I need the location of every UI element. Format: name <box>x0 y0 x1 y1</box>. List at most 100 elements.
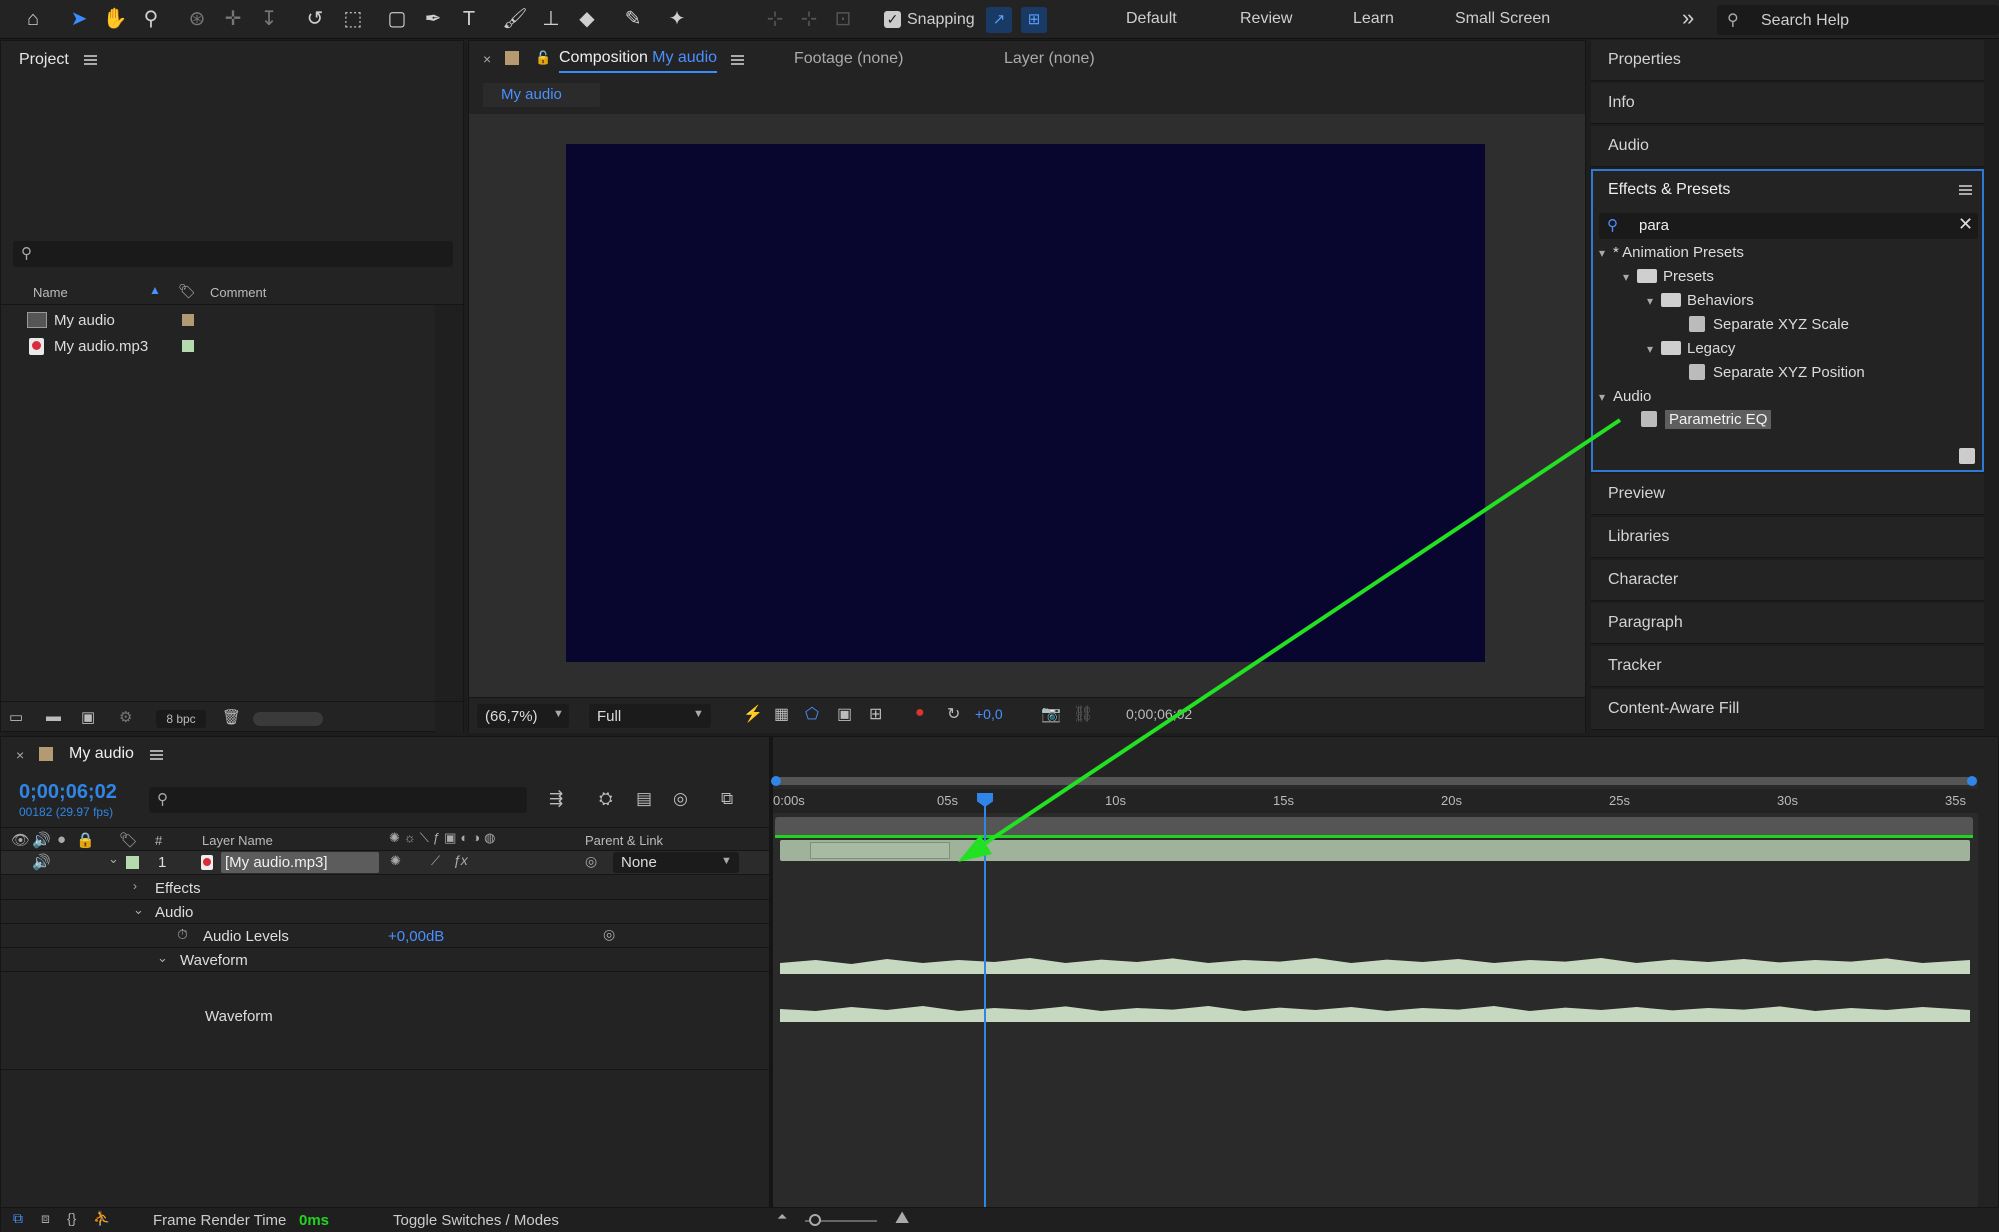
grid-guides-icon[interactable]: ⊞ <box>869 704 882 724</box>
speaker-icon[interactable]: 🔊 <box>32 831 51 849</box>
project-scrollbar[interactable] <box>435 305 463 733</box>
frame-blending-icon[interactable]: ▤ <box>636 789 652 809</box>
speaker-icon[interactable]: 🔊 <box>32 853 51 871</box>
pen-tool-icon[interactable]: ✒ <box>420 6 446 32</box>
effects-menu-icon[interactable] <box>1959 185 1972 195</box>
tab-footage[interactable]: Footage (none) <box>794 50 903 68</box>
panel-info[interactable]: Info <box>1591 83 1984 124</box>
viewer-menu-icon[interactable] <box>731 55 744 65</box>
roto-brush-tool-icon[interactable]: ✎ <box>620 6 646 32</box>
viewer-timecode[interactable]: 0;00;06;02 <box>1126 706 1192 722</box>
fast-previews-icon[interactable]: ⚡ <box>743 704 763 724</box>
label-column-icon[interactable]: 🏷 <box>119 831 138 849</box>
stopwatch-icon[interactable]: ⏱ <box>177 926 188 943</box>
zoom-out-icon[interactable]: ⏶ <box>777 1209 787 1225</box>
world-axis-icon[interactable]: ⊹ <box>796 6 822 32</box>
layer-row[interactable]: 🔊 ⌄ 1 [My audio.mp3] ✺ ⟋ ƒx ◎ None ▼ <box>1 851 773 875</box>
effects-search-input[interactable]: ⚲ para ✕ <box>1599 213 1978 239</box>
effects-switch-icon[interactable]: ƒx <box>453 852 468 868</box>
workspace-small-screen[interactable]: Small Screen <box>1455 10 1550 28</box>
panel-audio[interactable]: Audio <box>1591 126 1984 167</box>
comp-navigator-tab[interactable]: My audio <box>483 83 600 107</box>
zoom-tool-icon[interactable]: ⚲ <box>138 6 164 32</box>
label-color-swatch[interactable] <box>182 340 194 352</box>
workspace-review[interactable]: Review <box>1240 10 1292 28</box>
trash-icon[interactable]: 🗑 <box>222 708 241 726</box>
puppet-tool-icon[interactable]: ✦ <box>664 6 690 32</box>
lock-icon[interactable]: 🔓 <box>535 50 551 66</box>
clear-search-icon[interactable]: ✕ <box>1958 214 1973 235</box>
column-comment[interactable]: Comment <box>210 285 266 300</box>
zoom-slider-thumb[interactable] <box>809 1214 821 1226</box>
graph-editor-icon[interactable]: ⧉ <box>721 789 733 809</box>
solo-icon[interactable]: ● <box>57 831 66 848</box>
layer-switches-icon[interactable]: ⧉ <box>13 1210 23 1227</box>
tree-audio-category[interactable]: ▾ Audio <box>1599 388 1651 405</box>
orbit-tool-icon[interactable]: ⊛ <box>184 6 210 32</box>
composition-canvas[interactable] <box>566 144 1485 662</box>
tree-effect-parametric-eq[interactable]: Parametric EQ <box>1641 410 1772 429</box>
rotate-tool-icon[interactable]: ↺ <box>302 6 328 32</box>
current-time-indicator[interactable] <box>977 793 993 1207</box>
bit-depth-button[interactable]: 8 bpc <box>156 710 206 728</box>
adjust-settings-icon[interactable]: ⚙ <box>119 708 132 726</box>
quality-switch-icon[interactable]: ⟋ <box>431 853 440 869</box>
label-color-swatch[interactable] <box>39 747 53 761</box>
composition-time-bar[interactable] <box>775 817 1973 837</box>
type-tool-icon[interactable]: T <box>456 6 482 32</box>
home-icon[interactable]: ⌂ <box>20 6 46 32</box>
timeline-menu-icon[interactable] <box>150 750 163 760</box>
thumbnail-size-slider[interactable] <box>253 712 323 726</box>
work-area-end-handle[interactable] <box>1967 776 1977 786</box>
snap-features-icon[interactable]: ⊞ <box>1021 7 1047 33</box>
chevron-down-icon[interactable]: ⌄ <box>108 851 119 867</box>
project-menu-icon[interactable] <box>84 55 97 65</box>
property-audio-levels[interactable]: ⏱ Audio Levels +0,00dB ◎ <box>1 924 773 948</box>
new-composition-icon[interactable]: ▣ <box>81 708 95 726</box>
layer-name-field[interactable]: [My audio.mp3] <box>221 852 379 873</box>
view-axis-icon[interactable]: ⊡ <box>830 6 856 32</box>
interpret-footage-icon[interactable]: ▭ <box>9 708 23 726</box>
zoom-in-icon[interactable]: ⛰ <box>895 1208 909 1228</box>
tab-layer[interactable]: Layer (none) <box>1004 50 1095 68</box>
workspace-overflow-button[interactable]: » <box>1682 5 1694 31</box>
magnification-dropdown[interactable]: (66,7%) ▼ <box>477 704 569 728</box>
tree-preset-separate-position[interactable]: Separate XYZ Position <box>1689 364 1865 381</box>
render-time-icon[interactable]: ⛹ <box>93 1210 110 1227</box>
tree-animation-presets[interactable]: ▾ * Animation Presets <box>1599 244 1744 261</box>
viewer-pasteboard[interactable] <box>469 114 1585 697</box>
tree-legacy-folder[interactable]: ▾ Legacy <box>1647 340 1735 357</box>
transparency-grid-icon[interactable]: ▦ <box>774 704 789 724</box>
motion-blur-icon[interactable]: ◎ <box>673 789 688 809</box>
selection-tool-icon[interactable]: ➤ <box>66 6 92 32</box>
panel-preview[interactable]: Preview <box>1591 474 1984 515</box>
snapping-checkbox[interactable]: ✓ <box>884 11 901 28</box>
hand-tool-icon[interactable]: ✋ <box>102 6 128 32</box>
new-bin-icon[interactable] <box>1959 448 1975 464</box>
mask-visibility-icon[interactable]: ⬠ <box>805 704 819 724</box>
local-axis-icon[interactable]: ⊹ <box>762 6 788 32</box>
close-tab-icon[interactable]: × <box>483 51 491 67</box>
tree-presets-folder[interactable]: ▾ Presets <box>1623 268 1714 285</box>
search-help-field[interactable]: ⚲ Search Help <box>1717 5 1999 35</box>
close-tab-icon[interactable]: × <box>16 747 24 763</box>
label-color-swatch[interactable] <box>126 856 139 869</box>
show-snapshot-icon[interactable]: ⛓ <box>1073 704 1093 724</box>
panel-tracker[interactable]: Tracker <box>1591 646 1984 687</box>
work-area-bar[interactable] <box>771 776 1977 786</box>
exposure-value[interactable]: +0,0 <box>975 706 1003 722</box>
tree-preset-separate-scale[interactable]: Separate XYZ Scale <box>1689 316 1849 333</box>
pick-whip-icon[interactable]: ◎ <box>603 926 615 943</box>
property-waveform-group[interactable]: ⌄ Waveform <box>1 948 773 972</box>
transfer-controls-icon[interactable]: ⧈ <box>41 1210 50 1227</box>
panel-character[interactable]: Character <box>1591 560 1984 601</box>
column-layer-name[interactable]: Layer Name <box>202 833 273 848</box>
region-of-interest-icon[interactable]: ▣ <box>837 704 852 724</box>
new-folder-icon[interactable]: ▬ <box>46 708 61 725</box>
shy-switch-icon[interactable]: ✺ <box>390 853 401 869</box>
parent-dropdown[interactable]: None ▼ <box>613 852 739 873</box>
property-effects[interactable]: › Effects <box>1 876 773 900</box>
property-audio[interactable]: ⌄ Audio <box>1 900 773 924</box>
lock-icon[interactable]: 🔒 <box>76 831 95 849</box>
project-item-composition[interactable]: My audio ⊶ <box>1 307 456 333</box>
